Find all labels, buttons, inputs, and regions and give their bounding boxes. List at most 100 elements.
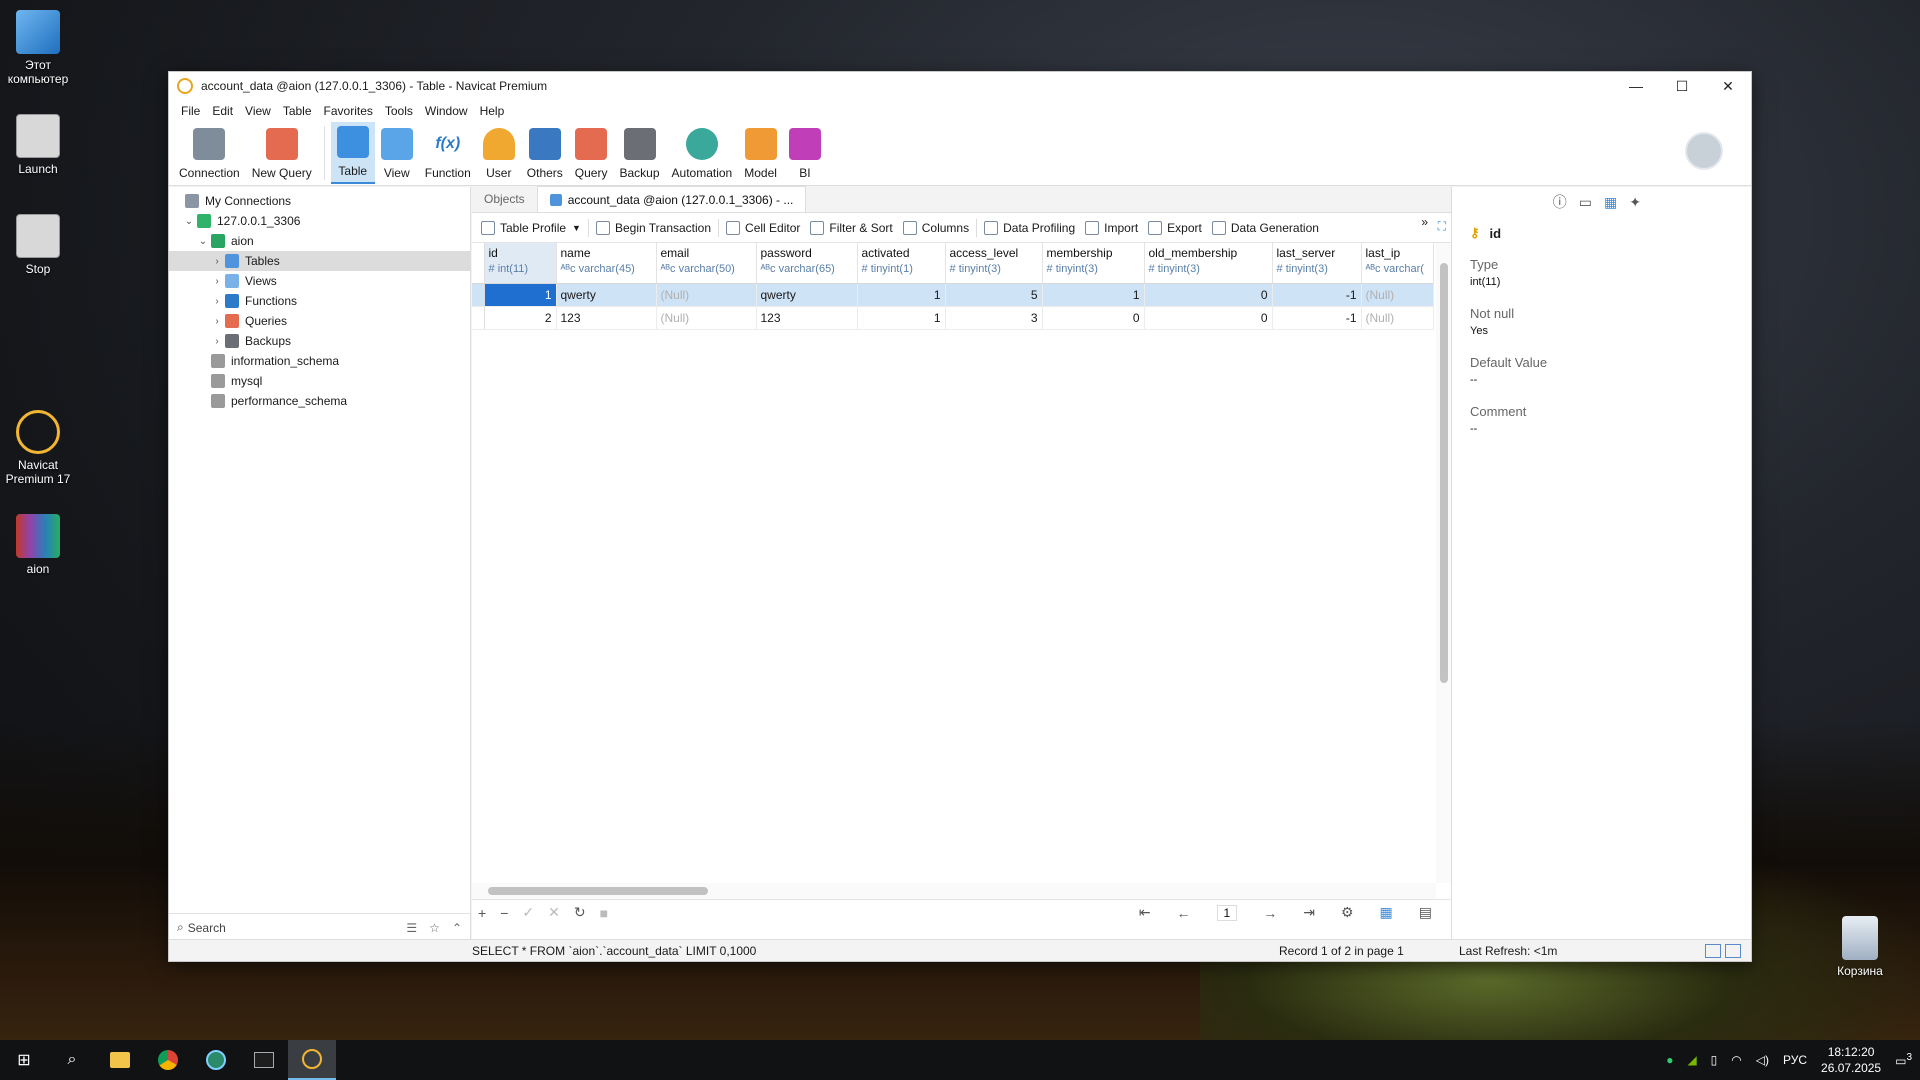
left-panel-toggle-icon[interactable] <box>1705 943 1721 958</box>
menu-view[interactable]: View <box>239 104 277 118</box>
nvidia-icon[interactable]: ◢ <box>1687 1053 1696 1067</box>
table-cell[interactable]: 123 <box>756 306 858 330</box>
menu-file[interactable]: File <box>175 104 206 118</box>
tree-db-performance-schema[interactable]: performance_schema <box>169 391 470 411</box>
notification-icon[interactable]: ▭3 <box>1895 1052 1912 1068</box>
menu-window[interactable]: Window <box>419 104 474 118</box>
tree-queries[interactable]: › Queries <box>169 311 470 331</box>
tree-tables[interactable]: › Tables <box>169 251 470 271</box>
desktop-icon-navicat[interactable]: Navicat Premium 17 <box>0 410 76 486</box>
discard-icon[interactable]: ✕ <box>548 904 560 921</box>
desktop-icon-aion[interactable]: aion <box>0 514 76 576</box>
table-button[interactable]: Table <box>330 122 375 184</box>
bi-button[interactable]: BI <box>783 122 827 184</box>
model-button[interactable]: Model <box>738 122 783 184</box>
search-icon[interactable]: ⌕ <box>48 1040 96 1080</box>
globe-app-icon[interactable] <box>192 1040 240 1080</box>
menu-edit[interactable]: Edit <box>206 104 239 118</box>
table-cell[interactable]: (Null) <box>656 283 757 307</box>
file-explorer-icon[interactable] <box>96 1040 144 1080</box>
settings-icon[interactable]: ⚙ <box>1341 904 1354 921</box>
tree-db-information-schema[interactable]: information_schema <box>169 351 470 371</box>
desktop-icon-computer[interactable]: Этот компьютер <box>0 10 76 86</box>
column-header-password[interactable]: password ᴬᴮc varchar(65) <box>756 243 858 284</box>
terminal-icon[interactable] <box>240 1040 288 1080</box>
column-header-activated[interactable]: activated # tinyint(1) <box>857 243 946 284</box>
table-cell[interactable]: 1 <box>1042 283 1145 307</box>
expand-icon[interactable]: ⛶ <box>1438 219 1446 234</box>
prev-page-icon[interactable]: ← <box>1177 905 1191 921</box>
menu-favorites[interactable]: Favorites <box>318 104 379 118</box>
menu-table[interactable]: Table <box>277 104 318 118</box>
chevron-right-icon[interactable]: › <box>211 316 223 327</box>
stop-icon[interactable]: ■ <box>600 905 608 921</box>
connection-button[interactable]: Connection <box>173 122 246 184</box>
row-marker[interactable] <box>472 283 485 307</box>
table-cell[interactable]: (Null) <box>1361 306 1434 330</box>
column-header-last-server[interactable]: last_server # tinyint(3) <box>1272 243 1362 284</box>
tree-connection[interactable]: ⌄ 127.0.0.1_3306 <box>169 211 470 231</box>
tree-functions[interactable]: › Functions <box>169 291 470 311</box>
columns-button[interactable]: Columns <box>898 220 974 235</box>
cell-editor-button[interactable]: Cell Editor <box>721 220 805 235</box>
table-cell[interactable]: 1 <box>857 306 946 330</box>
table-cell[interactable]: 0 <box>1042 306 1145 330</box>
right-panel-toggle-icon[interactable] <box>1725 943 1741 958</box>
automation-button[interactable]: Automation <box>666 122 739 184</box>
minimize-button[interactable]: — <box>1613 72 1659 100</box>
desktop-icon-recycle-bin[interactable]: Корзина <box>1822 916 1898 978</box>
chevron-right-icon[interactable]: › <box>211 296 223 307</box>
table-profile-button[interactable]: Table Profile ▼ <box>476 220 586 235</box>
first-page-icon[interactable]: ⇤ <box>1139 904 1151 921</box>
desktop-icon-launch[interactable]: Launch <box>0 114 76 176</box>
table-cell[interactable]: (Null) <box>656 306 757 330</box>
user-button[interactable]: User <box>477 122 521 184</box>
ddl-icon[interactable]: ▭ <box>1579 194 1592 211</box>
tree-db-mysql[interactable]: mysql <box>169 371 470 391</box>
chevron-right-icon[interactable]: › <box>211 256 223 267</box>
scroll-thumb[interactable] <box>1440 263 1448 683</box>
filter-icon[interactable]: ☰ <box>406 921 417 935</box>
clock[interactable]: 18:12:20 26.07.2025 <box>1821 1044 1881 1076</box>
chevron-down-icon[interactable]: ⌄ <box>183 216 195 227</box>
import-button[interactable]: Import <box>1080 220 1143 235</box>
others-button[interactable]: Others <box>521 122 569 184</box>
column-header-id[interactable]: id # int(11) <box>484 243 557 284</box>
table-cell[interactable]: -1 <box>1272 306 1362 330</box>
table-info-icon[interactable]: ▦ <box>1604 194 1617 211</box>
tab-account-data[interactable]: account_data @aion (127.0.0.1_3306) - ..… <box>536 186 807 212</box>
menu-help[interactable]: Help <box>474 104 511 118</box>
collapse-icon[interactable]: ⌃ <box>452 921 462 935</box>
delete-record-icon[interactable]: − <box>500 905 508 921</box>
export-button[interactable]: Export <box>1143 220 1207 235</box>
backup-button[interactable]: Backup <box>613 122 665 184</box>
volume-icon[interactable]: ◁) <box>1756 1053 1769 1067</box>
ai-icon[interactable]: ✦ <box>1629 194 1641 211</box>
table-cell[interactable]: 0 <box>1144 306 1273 330</box>
usb-icon[interactable]: ▯ <box>1711 1053 1718 1067</box>
tree-database-aion[interactable]: ⌄ aion <box>169 231 470 251</box>
tree-backups[interactable]: › Backups <box>169 331 470 351</box>
apply-icon[interactable]: ✓ <box>522 904 534 921</box>
tray-status-icon[interactable]: ● <box>1666 1053 1673 1067</box>
table-cell[interactable]: qwerty <box>756 283 858 307</box>
table-cell[interactable]: 0 <box>1144 283 1273 307</box>
search-input[interactable]: Search <box>188 921 226 935</box>
column-header-email[interactable]: email ᴬᴮc varchar(50) <box>656 243 757 284</box>
tree-views[interactable]: › Views <box>169 271 470 291</box>
table-cell[interactable]: 2 <box>484 306 557 330</box>
data-profiling-button[interactable]: Data Profiling <box>979 220 1080 235</box>
info-icon[interactable]: ⓘ <box>1553 192 1567 212</box>
language-indicator[interactable]: РУС <box>1783 1053 1807 1067</box>
new-query-button[interactable]: New Query <box>246 122 318 184</box>
tab-objects[interactable]: Objects <box>472 186 537 212</box>
table-row[interactable]: 1 qwerty (Null) qwerty 1 5 1 0 -1 (Null) <box>472 283 1434 307</box>
chevron-right-icon[interactable]: › <box>211 336 223 347</box>
view-button[interactable]: View <box>375 122 419 184</box>
wifi-icon[interactable]: ◠ <box>1731 1053 1741 1067</box>
column-header-access-level[interactable]: access_level # tinyint(3) <box>945 243 1043 284</box>
navicat-taskbar-icon[interactable] <box>288 1040 336 1080</box>
column-header-name[interactable]: name ᴬᴮc varchar(45) <box>556 243 657 284</box>
column-header-last-ip[interactable]: last_ip ᴬᴮc varchar( <box>1361 243 1434 284</box>
chevron-down-icon[interactable]: ⌄ <box>197 236 209 247</box>
